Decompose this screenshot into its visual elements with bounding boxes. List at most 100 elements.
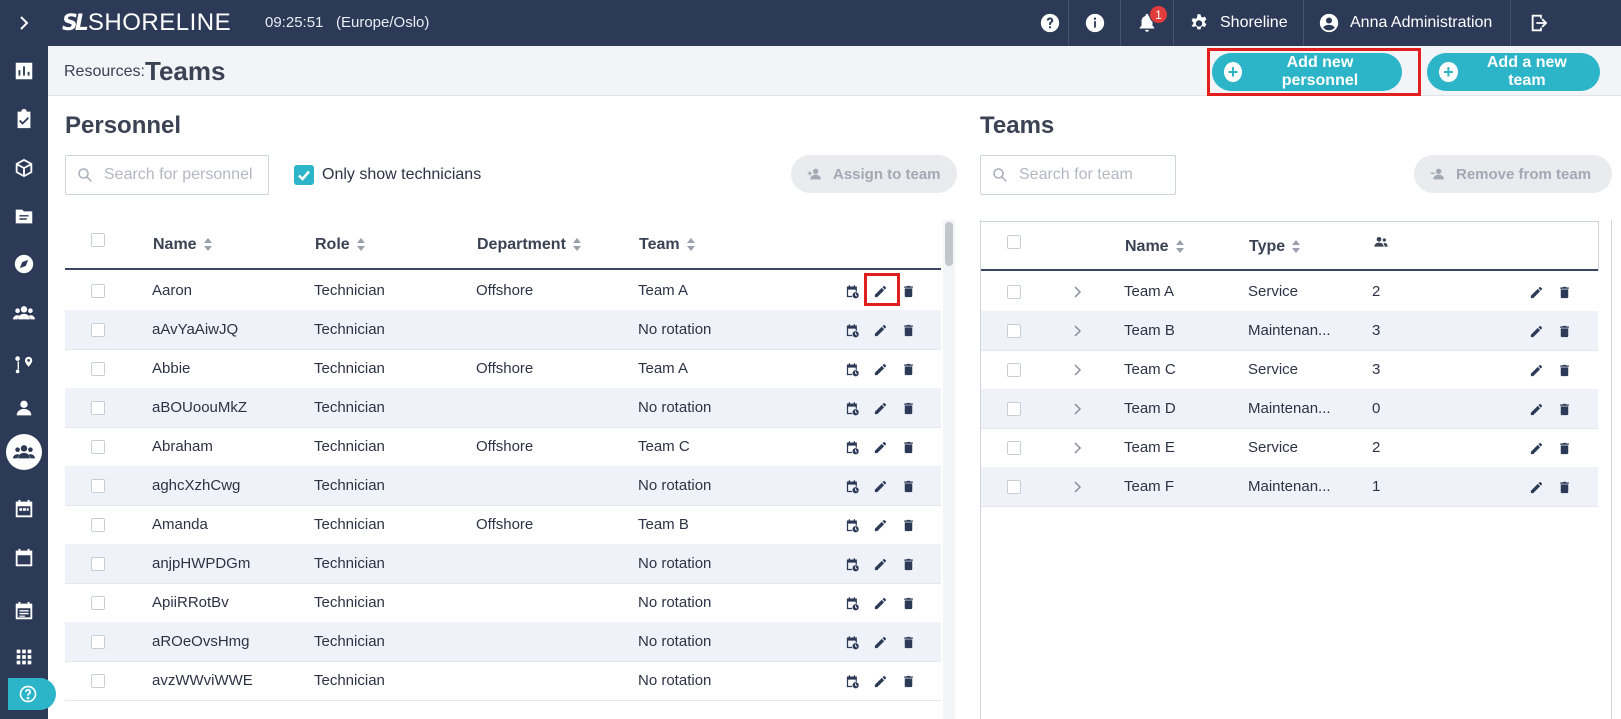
edit-icon[interactable] [870,593,890,613]
table-row[interactable]: aROeOvsHmg Technician No rotation [65,622,941,662]
only-technicians-checkbox[interactable] [294,165,314,185]
table-row[interactable]: anjpHWPDGm Technician No rotation [65,544,941,584]
table-row[interactable]: Team D Maintenan... 0 [981,389,1598,429]
calendar-clock-icon[interactable] [842,320,862,340]
logout-button[interactable] [1518,0,1562,46]
row-checkbox[interactable] [1007,363,1021,377]
row-checkbox[interactable] [91,635,105,649]
table-row[interactable]: avzWWviWWE Technician No rotation [65,661,941,701]
edit-icon[interactable] [1526,438,1546,458]
help-button[interactable] [8,678,56,710]
delete-icon[interactable] [898,437,918,457]
delete-icon[interactable] [1554,360,1574,380]
sidebar-item-reports[interactable] [0,591,48,631]
sidebar-item-dashboard[interactable] [0,51,48,91]
table-row[interactable]: Abraham Technician Offshore Team C [65,427,941,467]
delete-icon[interactable] [1554,438,1574,458]
row-checkbox[interactable] [1007,285,1021,299]
calendar-clock-icon[interactable] [842,398,862,418]
user-menu-button[interactable]: Anna Administration [1318,0,1492,46]
edit-icon[interactable] [870,476,890,496]
edit-icon[interactable] [870,437,890,457]
sidebar-item-tasks[interactable] [0,99,48,139]
table-row[interactable]: Amanda Technician Offshore Team B [65,505,941,545]
edit-icon[interactable] [870,398,890,418]
calendar-clock-icon[interactable] [842,281,862,301]
delete-icon[interactable] [898,554,918,574]
org-settings-button[interactable]: Shoreline [1188,0,1288,46]
delete-icon[interactable] [898,593,918,613]
table-row[interactable]: Team F Maintenan... 1 [981,467,1598,507]
table-row[interactable]: aBOUoouMkZ Technician No rotation [65,388,941,428]
column-team-name[interactable]: Name [1125,238,1184,256]
row-checkbox[interactable] [1007,324,1021,338]
calendar-clock-icon[interactable] [842,359,862,379]
sidebar-item-profile[interactable] [0,388,48,428]
row-checkbox[interactable] [91,323,105,337]
calendar-clock-icon[interactable] [842,515,862,535]
column-team-type[interactable]: Type [1249,238,1301,256]
sidebar-item-calendar[interactable] [0,538,48,578]
edit-icon[interactable] [870,632,890,652]
delete-icon[interactable] [898,476,918,496]
personnel-scroll-thumb[interactable] [945,222,953,266]
chevron-right-icon[interactable] [1072,480,1082,494]
edit-icon[interactable] [1526,360,1546,380]
add-new-personnel-button[interactable]: + Add new personnel [1212,53,1402,91]
row-checkbox[interactable] [91,440,105,454]
calendar-clock-icon[interactable] [842,671,862,691]
edit-icon[interactable] [870,515,890,535]
delete-icon[interactable] [1554,282,1574,302]
sidebar-item-people[interactable] [0,293,48,333]
add-new-team-button[interactable]: + Add a new team [1427,53,1600,91]
edit-icon[interactable] [870,281,890,301]
team-search-input[interactable] [1019,166,1175,184]
chevron-right-icon[interactable] [1072,402,1082,416]
table-row[interactable]: Abbie Technician Offshore Team A [65,349,941,389]
select-all-teams-checkbox[interactable] [1007,235,1021,249]
calendar-clock-icon[interactable] [842,554,862,574]
calendar-clock-icon[interactable] [842,476,862,496]
edit-icon[interactable] [1526,477,1546,497]
row-checkbox[interactable] [91,284,105,298]
edit-icon[interactable] [1526,399,1546,419]
edit-icon[interactable] [870,554,890,574]
delete-icon[interactable] [1554,321,1574,341]
table-row[interactable]: Team C Service 3 [981,350,1598,390]
column-name[interactable]: Name [153,236,212,254]
table-row[interactable]: Team A Service 2 [981,272,1598,312]
info-button[interactable] [1075,0,1115,46]
calendar-clock-icon[interactable] [842,632,862,652]
delete-icon[interactable] [898,398,918,418]
edit-icon[interactable] [870,320,890,340]
sidebar-item-schedule[interactable] [0,489,48,529]
chevron-right-icon[interactable] [1072,324,1082,338]
sidebar-item-inventory[interactable] [0,148,48,188]
chevron-right-icon[interactable] [1072,363,1082,377]
row-checkbox[interactable] [91,362,105,376]
chevron-right-icon[interactable] [1072,285,1082,299]
remove-from-team-button[interactable]: Remove from team [1414,155,1612,193]
delete-icon[interactable] [898,671,918,691]
sidebar-item-teams[interactable] [0,432,48,472]
delete-icon[interactable] [898,515,918,535]
edit-icon[interactable] [870,671,890,691]
calendar-clock-icon[interactable] [842,593,862,613]
row-checkbox[interactable] [1007,402,1021,416]
delete-icon[interactable] [1554,477,1574,497]
row-checkbox[interactable] [91,596,105,610]
delete-icon[interactable] [898,281,918,301]
row-checkbox[interactable] [91,479,105,493]
delete-icon[interactable] [898,320,918,340]
delete-icon[interactable] [1554,399,1574,419]
row-checkbox[interactable] [1007,441,1021,455]
row-checkbox[interactable] [1007,480,1021,494]
sidebar-item-explore[interactable] [0,244,48,284]
sidebar-item-apps[interactable] [0,637,48,677]
sidebar-item-routes[interactable] [0,345,48,385]
personnel-scrollbar[interactable] [943,220,955,719]
sidebar-toggle-button[interactable] [0,0,48,46]
row-checkbox[interactable] [91,401,105,415]
edit-icon[interactable] [870,359,890,379]
column-team[interactable]: Team [639,236,695,254]
